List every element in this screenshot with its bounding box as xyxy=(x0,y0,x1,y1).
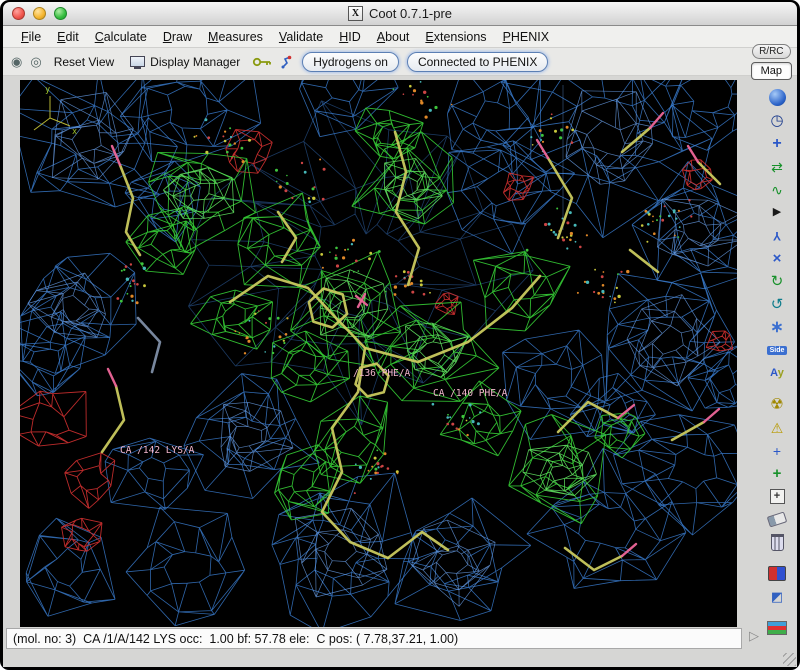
reset-view-button[interactable]: Reset View xyxy=(50,53,118,71)
move-cross-icon[interactable]: + xyxy=(764,133,790,154)
clock-icon[interactable]: ◷ xyxy=(764,110,790,131)
rotate-cw-icon[interactable]: ↻ xyxy=(764,271,790,292)
inverted-y-icon[interactable]: Y xyxy=(764,225,790,246)
menu-item-extensions[interactable]: Extensions xyxy=(417,28,494,46)
map-toggle[interactable]: Map xyxy=(751,62,792,80)
play-triangle-icon[interactable]: ▶ xyxy=(764,202,790,223)
circle-ring-icon[interactable]: ◎ xyxy=(30,55,41,68)
zoom-button[interactable] xyxy=(54,7,67,20)
display-manager-button[interactable]: Display Manager xyxy=(126,53,244,71)
hydrogens-toggle[interactable]: Hydrogens on xyxy=(302,52,399,72)
title-bar[interactable]: X Coot 0.7.1-pre xyxy=(3,2,797,26)
menu-item-draw[interactable]: Draw xyxy=(155,28,200,46)
side-toggles: R/RC Map xyxy=(751,44,792,80)
rotate-ccw-icon[interactable]: ↺ xyxy=(764,294,790,315)
menu-item-edit[interactable]: Edit xyxy=(49,28,87,46)
status-text: (mol. no: 3) CA /1/A/142 LYS occ: 1.00 b… xyxy=(13,632,458,646)
app-window: X Coot 0.7.1-pre FileEditCalculateDrawMe… xyxy=(0,0,800,670)
menu-item-about[interactable]: About xyxy=(369,28,418,46)
globe-icon[interactable] xyxy=(764,87,790,108)
toolbar: ◉ ◎ Reset View Display Manager Hydrogens… xyxy=(3,48,797,76)
close-button[interactable] xyxy=(12,7,25,20)
menu-item-phenix[interactable]: PHENIX xyxy=(495,28,558,46)
flag-icon[interactable] xyxy=(764,617,790,638)
warning-icon[interactable]: ⚠ xyxy=(764,417,790,438)
gl-canvas[interactable]: y x/136 PHE/A CA /140 PHE/A CA /142 LYS/A xyxy=(20,80,737,627)
menu-bar: FileEditCalculateDrawMeasuresValidateHID… xyxy=(3,26,797,48)
menu-item-validate[interactable]: Validate xyxy=(271,28,331,46)
traffic-lights xyxy=(12,7,67,20)
ligand-icon[interactable] xyxy=(280,55,294,69)
atom-label: /136 PHE/A xyxy=(353,368,410,379)
split-color-icon[interactable] xyxy=(764,563,790,584)
resize-grip[interactable] xyxy=(783,653,796,666)
atom-label: CA /140 PHE/A xyxy=(433,388,508,399)
trash-icon[interactable] xyxy=(764,532,790,553)
wave-icon[interactable]: ∿ xyxy=(764,179,790,200)
cross-icon[interactable]: × xyxy=(764,248,790,269)
monitor-icon xyxy=(130,56,145,67)
axis-label: y xyxy=(45,85,50,95)
swap-arrows-icon[interactable]: ⇄ xyxy=(764,156,790,177)
density-scene: y x/136 PHE/A CA /140 PHE/A CA /142 LYS/A xyxy=(20,80,737,627)
side-label-icon[interactable]: Side xyxy=(764,340,790,361)
status-bar: (mol. no: 3) CA /1/A/142 LYS occ: 1.00 b… xyxy=(6,628,742,649)
circle-dot-icon[interactable]: ◉ xyxy=(11,55,22,68)
atom-label: CA /142 LYS/A xyxy=(120,445,195,456)
asterisk-icon[interactable]: ∗ xyxy=(764,317,790,338)
boxed-plus-icon[interactable]: + xyxy=(764,486,790,507)
menu-item-measures[interactable]: Measures xyxy=(200,28,271,46)
eraser-icon[interactable] xyxy=(764,509,790,530)
x11-icon: X xyxy=(348,6,363,21)
menu-item-calculate[interactable]: Calculate xyxy=(87,28,155,46)
toolbar-overflow-icon[interactable]: ▷ xyxy=(749,629,759,642)
key-icon[interactable] xyxy=(252,56,272,68)
menu-item-hid[interactable]: HID xyxy=(331,28,369,46)
reset-view-label: Reset View xyxy=(54,55,114,69)
display-manager-label: Display Manager xyxy=(150,55,240,69)
minimize-button[interactable] xyxy=(33,7,46,20)
ay-label-icon[interactable]: Ay xyxy=(764,363,790,384)
menu-item-file[interactable]: File xyxy=(13,28,49,46)
title-group: X Coot 0.7.1-pre xyxy=(3,2,797,25)
plus-stick-icon[interactable]: + xyxy=(764,440,790,461)
window-title: Coot 0.7.1-pre xyxy=(369,6,452,21)
half-square-icon[interactable]: ◩ xyxy=(764,586,790,607)
green-plus-icon[interactable]: + xyxy=(764,463,790,484)
radiation-icon[interactable]: ☢ xyxy=(764,394,790,415)
phenix-status-button[interactable]: Connected to PHENIX xyxy=(407,52,548,72)
rrc-toggle[interactable]: R/RC xyxy=(752,44,790,59)
sidebar-toolbar: ◷+⇄∿▶Y×↻↺∗SideAy☢⚠+++◩ xyxy=(761,86,793,639)
axis-label: x xyxy=(72,127,77,137)
